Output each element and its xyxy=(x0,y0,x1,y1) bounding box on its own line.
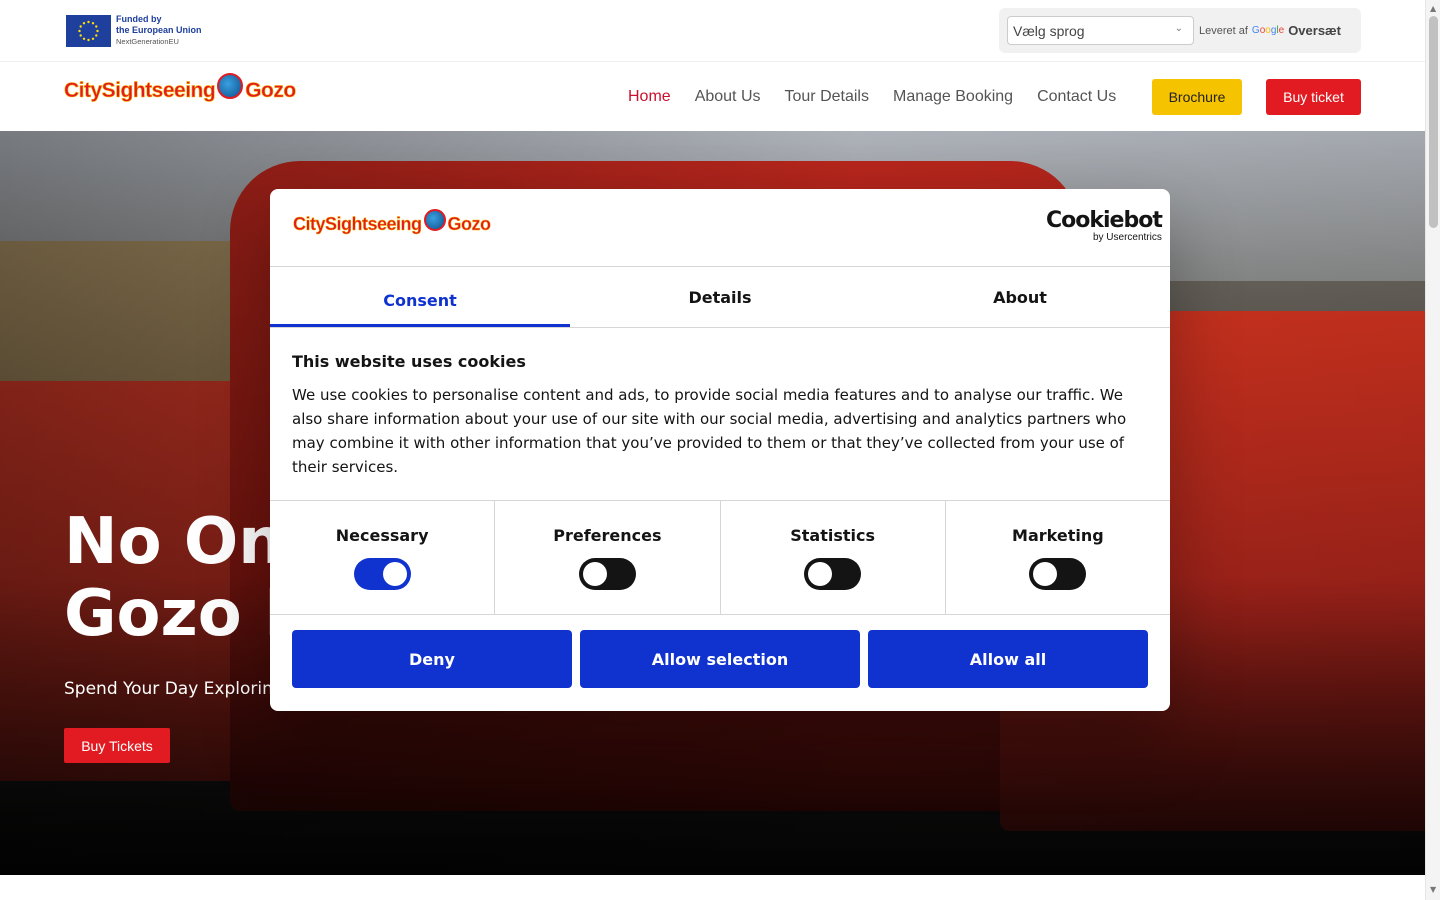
deny-button[interactable]: Deny xyxy=(292,630,572,688)
globe-icon xyxy=(217,73,244,99)
eu-line-1: Funded by xyxy=(116,14,162,24)
nav-tour-details[interactable]: Tour Details xyxy=(785,88,869,106)
toggle-knob xyxy=(808,562,833,586)
site-logo[interactable]: CitySightseeing Gozo xyxy=(64,73,297,104)
eu-line-3: NextGenerationEU xyxy=(116,37,179,46)
hero-subtitle: Spend Your Day Exploring xyxy=(64,679,284,699)
powered-by-label: Leveret af xyxy=(1199,24,1248,37)
cookiebot-logo-sub: by Usercentrics xyxy=(1092,232,1162,243)
eu-line-2: the European Union xyxy=(116,25,202,35)
logo-text-gozo: Gozo xyxy=(245,79,297,103)
nav-links: Home About Us Tour Details Manage Bookin… xyxy=(628,88,1116,106)
hero-title-line-2: Gozo I xyxy=(64,577,288,651)
google-logo-icon: Google xyxy=(1251,25,1285,36)
hero-title-line-1: No On xyxy=(64,505,284,579)
tab-about[interactable]: About xyxy=(870,267,1170,327)
buy-tickets-button[interactable]: Buy Tickets xyxy=(64,728,170,763)
tab-consent[interactable]: Consent xyxy=(270,267,570,327)
nav-home[interactable]: Home xyxy=(628,88,671,106)
page-scrollbar[interactable]: ▲ ▼ xyxy=(1425,0,1440,900)
cookie-consent-dialog: CitySightseeing Gozo Cookiebot by Userce… xyxy=(270,189,1170,711)
nav-manage-booking[interactable]: Manage Booking xyxy=(893,88,1013,106)
consent-buttons: Deny Allow selection Allow all xyxy=(270,615,1170,703)
statistics-toggle[interactable] xyxy=(804,558,862,590)
category-necessary: Necessary xyxy=(270,501,496,614)
category-label: Necessary xyxy=(335,526,429,545)
dialog-tabs: Consent Details About xyxy=(270,267,1170,328)
chevron-down-icon: ⌄ xyxy=(1174,23,1183,34)
scrollbar-thumb[interactable] xyxy=(1429,16,1438,228)
brochure-button[interactable]: Brochure xyxy=(1152,79,1242,115)
dialog-site-logo: CitySightseeing Gozo xyxy=(293,209,491,235)
preferences-toggle[interactable] xyxy=(578,558,636,590)
category-label: Statistics xyxy=(790,526,875,545)
category-label: Preferences xyxy=(553,526,662,545)
main-navbar: CitySightseeing Gozo Home About Us Tour … xyxy=(0,62,1425,131)
logo-text-city: CitySightseeing xyxy=(64,79,216,103)
eu-flag-icon xyxy=(66,14,111,47)
powered-by: Leveret af Google Oversæt xyxy=(1199,23,1341,38)
hero-title: No On Gozo I xyxy=(64,506,288,650)
marketing-toggle[interactable] xyxy=(1029,558,1087,590)
translate-link[interactable]: Oversæt xyxy=(1288,23,1341,38)
consent-body: This website uses cookies We use cookies… xyxy=(270,328,1170,501)
category-preferences: Preferences xyxy=(495,501,721,614)
toggle-knob xyxy=(1033,562,1058,586)
allow-selection-button[interactable]: Allow selection xyxy=(580,630,860,688)
nav-contact-us[interactable]: Contact Us xyxy=(1037,88,1116,106)
category-toggles: Necessary Preferences Statistics Marketi… xyxy=(270,501,1170,615)
top-bar: Funded by the European Union NextGenerat… xyxy=(0,0,1425,62)
scroll-up-arrow-icon[interactable]: ▲ xyxy=(1430,4,1436,13)
category-label: Marketing xyxy=(1012,526,1104,545)
consent-text: We use cookies to personalise content an… xyxy=(292,386,1127,476)
google-translate-widget: Vælg sprog ⌄ Leveret af Google Oversæt xyxy=(999,8,1361,53)
consent-title: This website uses cookies xyxy=(292,352,526,371)
dialog-logo-text-gozo: Gozo xyxy=(447,213,491,234)
toggle-knob xyxy=(582,562,607,586)
tab-details[interactable]: Details xyxy=(570,267,870,327)
allow-all-button[interactable]: Allow all xyxy=(868,630,1148,688)
toggle-knob xyxy=(382,562,407,586)
eu-funding-logo: Funded by the European Union NextGenerat… xyxy=(66,14,202,47)
category-marketing: Marketing xyxy=(946,501,1170,614)
cookiebot-logo[interactable]: Cookiebot by Usercentrics xyxy=(1046,208,1163,243)
necessary-toggle[interactable] xyxy=(353,558,411,590)
dialog-globe-icon xyxy=(423,209,446,231)
language-select-value: Vælg sprog xyxy=(1013,22,1085,39)
dialog-header: CitySightseeing Gozo Cookiebot by Userce… xyxy=(270,189,1170,267)
dialog-logo-text-city: CitySightseeing xyxy=(293,213,423,234)
cookiebot-logo-main: Cookiebot xyxy=(1046,208,1163,233)
scroll-down-arrow-icon[interactable]: ▼ xyxy=(1430,885,1436,894)
category-statistics: Statistics xyxy=(721,501,946,614)
buy-ticket-button[interactable]: Buy ticket xyxy=(1266,79,1361,115)
language-select[interactable]: Vælg sprog ⌄ xyxy=(1007,16,1194,45)
nav-about-us[interactable]: About Us xyxy=(695,88,761,106)
